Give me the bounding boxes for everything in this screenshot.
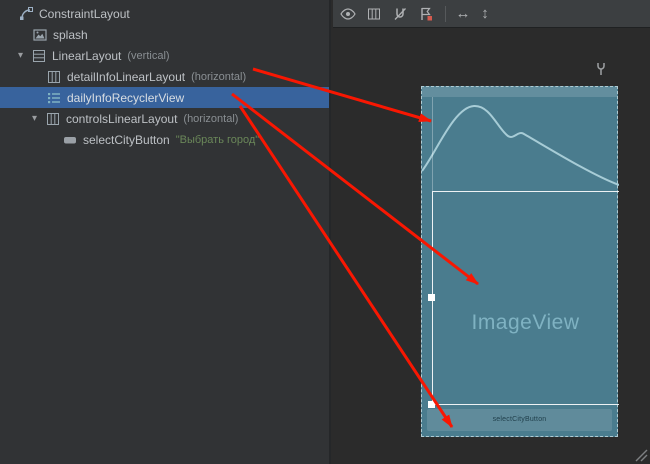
horizontal-expand-icon[interactable]: ↔	[452, 5, 474, 22]
tree-item-label: controlsLinearLayout	[66, 112, 177, 126]
linear-layout-vertical-icon	[31, 48, 47, 64]
layout-bound-line	[432, 97, 433, 191]
wrench-icon[interactable]	[595, 62, 607, 76]
tree-item-dailyinforecyclerview[interactable]: dailyInfoRecyclerView	[0, 87, 329, 108]
toolbar-divider	[445, 6, 446, 22]
layout-editor-window: ConstraintLayout splash ▾ LinearLayout (…	[0, 0, 650, 464]
tree-item-suffix: (vertical)	[127, 50, 169, 62]
selection-handle[interactable]	[428, 294, 435, 301]
design-surface-panel: ↔ ↕ ImageView selectCityButton	[333, 0, 650, 464]
autoconnect-off-icon[interactable]	[389, 3, 411, 25]
tree-item-constraintlayout[interactable]: ConstraintLayout	[0, 3, 329, 24]
tree-item-controlslinearlayout[interactable]: ▾ controlsLinearLayout (horizontal)	[0, 108, 329, 129]
render-warnings-icon[interactable]	[415, 3, 437, 25]
constraint-layout-icon	[18, 6, 34, 22]
preview-status-band	[422, 87, 617, 97]
chevron-down-icon[interactable]: ▾	[18, 45, 31, 66]
design-toolbar: ↔ ↕	[333, 0, 650, 28]
tree-item-label: dailyInfoRecyclerView	[67, 91, 184, 105]
preview-recyclerview[interactable]	[432, 191, 619, 405]
column-guides-icon[interactable]	[363, 3, 385, 25]
recycler-view-icon	[46, 90, 62, 106]
chart-curve	[422, 97, 619, 191]
linear-layout-horizontal-icon	[46, 69, 62, 85]
visibility-icon[interactable]	[337, 3, 359, 25]
tree-item-label: ConstraintLayout	[39, 7, 130, 21]
preview-select-city-button[interactable]: selectCityButton	[427, 409, 612, 431]
preview-imageview[interactable]: ImageView	[432, 311, 619, 335]
chevron-down-icon[interactable]: ▾	[32, 108, 45, 129]
design-canvas[interactable]: ImageView selectCityButton	[333, 29, 650, 464]
tree-item-detailinfolinearlayout[interactable]: detailInfoLinearLayout (horizontal)	[0, 66, 329, 87]
tree-item-linearlayout[interactable]: ▾ LinearLayout (vertical)	[0, 45, 329, 66]
component-tree-panel: ConstraintLayout splash ▾ LinearLayout (…	[0, 0, 331, 464]
tree-item-label: LinearLayout	[52, 49, 121, 63]
tree-item-label: detailInfoLinearLayout	[67, 70, 185, 84]
resize-grip[interactable]	[632, 446, 648, 462]
button-icon	[62, 132, 78, 148]
tree-item-label: selectCityButton	[83, 133, 170, 147]
tree-item-selectcitybutton[interactable]: selectCityButton "Выбрать город"	[0, 129, 329, 150]
linear-layout-horizontal-icon	[45, 111, 61, 127]
selection-handle[interactable]	[428, 401, 435, 408]
tree-item-splash[interactable]: splash	[0, 24, 329, 45]
vertical-expand-icon[interactable]: ↕	[474, 5, 496, 22]
tree-item-suffix: (horizontal)	[183, 113, 238, 125]
tree-item-suffix: (horizontal)	[191, 71, 246, 83]
tree-item-label: splash	[53, 28, 88, 42]
component-tree: ConstraintLayout splash ▾ LinearLayout (…	[0, 3, 329, 150]
preview-detail-info-section[interactable]	[422, 97, 619, 191]
image-icon	[32, 27, 48, 43]
tree-item-suffix: "Выбрать город"	[176, 134, 259, 146]
device-preview[interactable]: ImageView selectCityButton	[421, 86, 618, 437]
